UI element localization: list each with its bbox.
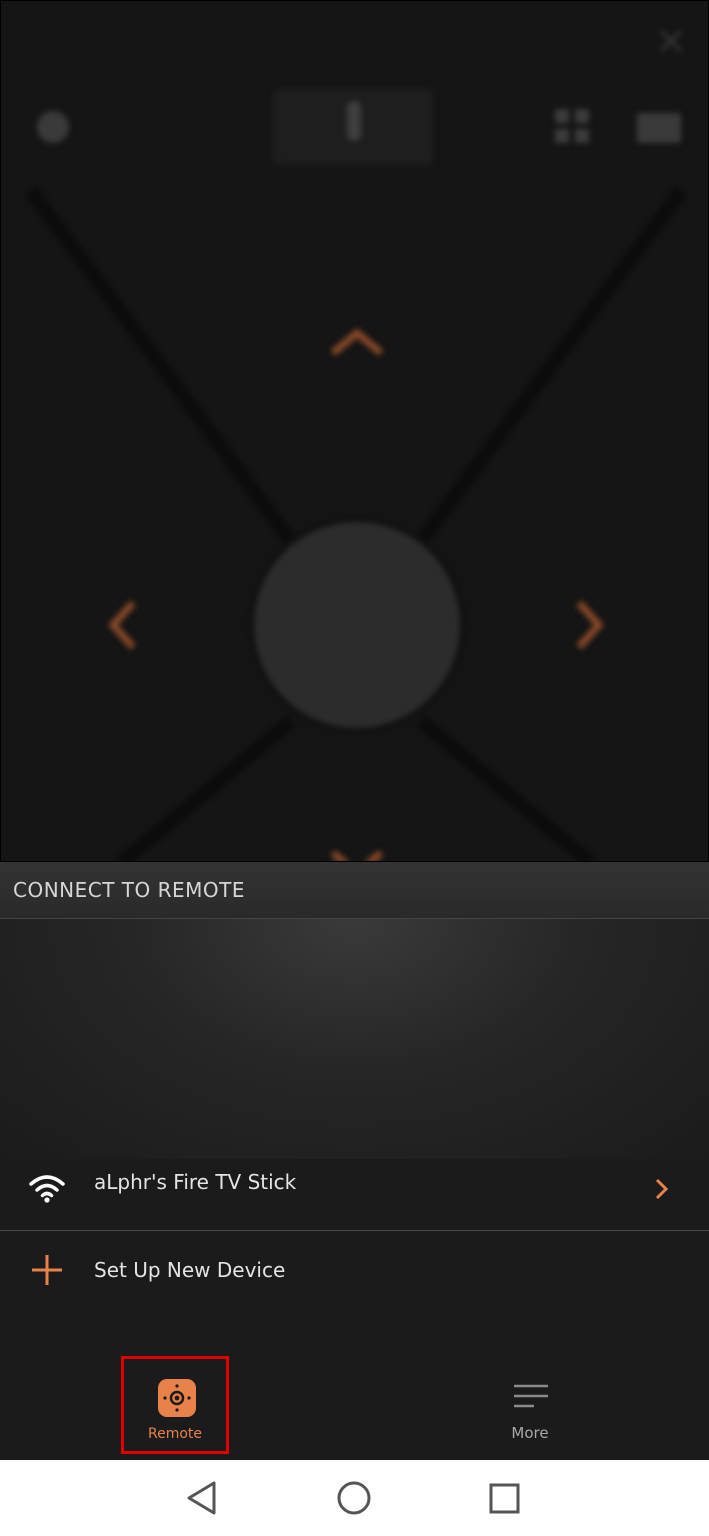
tab-more-label: More	[511, 1424, 549, 1442]
setup-new-device-row[interactable]: Set Up New Device	[0, 1231, 709, 1311]
remote-background	[0, 0, 709, 862]
close-icon[interactable]	[659, 29, 683, 53]
keyboard-icon[interactable]	[637, 113, 681, 143]
apps-grid-icon[interactable]	[555, 109, 589, 143]
tab-remote[interactable]: Remote	[121, 1356, 229, 1454]
setup-new-device-label: Set Up New Device	[94, 1258, 286, 1282]
chevron-down-icon[interactable]	[330, 850, 384, 862]
chevron-right-icon	[655, 1178, 669, 1200]
connect-panel-title: CONNECT TO REMOTE	[13, 878, 246, 902]
menu-icon	[514, 1384, 548, 1408]
device-row[interactable]: aLphr's Fire TV Stick	[0, 1148, 709, 1231]
recents-icon[interactable]	[488, 1482, 522, 1516]
wifi-icon	[29, 1175, 65, 1203]
device-name: aLphr's Fire TV Stick	[94, 1170, 297, 1194]
plus-icon	[32, 1255, 62, 1285]
tab-remote-label: Remote	[147, 1426, 203, 1442]
chevron-up-icon[interactable]	[330, 328, 384, 356]
select-button[interactable]	[248, 516, 466, 734]
tab-more[interactable]: More	[480, 1372, 580, 1452]
connect-panel-header: CONNECT TO REMOTE	[0, 862, 709, 919]
panel-backdrop	[0, 919, 709, 1159]
microphone-icon	[347, 101, 361, 141]
home-icon[interactable]	[336, 1480, 372, 1516]
chevron-right-icon[interactable]	[576, 600, 604, 650]
remote-icon	[158, 1379, 196, 1417]
back-icon[interactable]	[184, 1480, 220, 1516]
settings-icon[interactable]	[37, 111, 69, 143]
bottom-tab-bar: Remote More	[0, 1310, 709, 1460]
system-navigation-bar	[0, 1460, 709, 1536]
chevron-left-icon[interactable]	[108, 600, 136, 650]
remote-layout	[25, 29, 687, 862]
